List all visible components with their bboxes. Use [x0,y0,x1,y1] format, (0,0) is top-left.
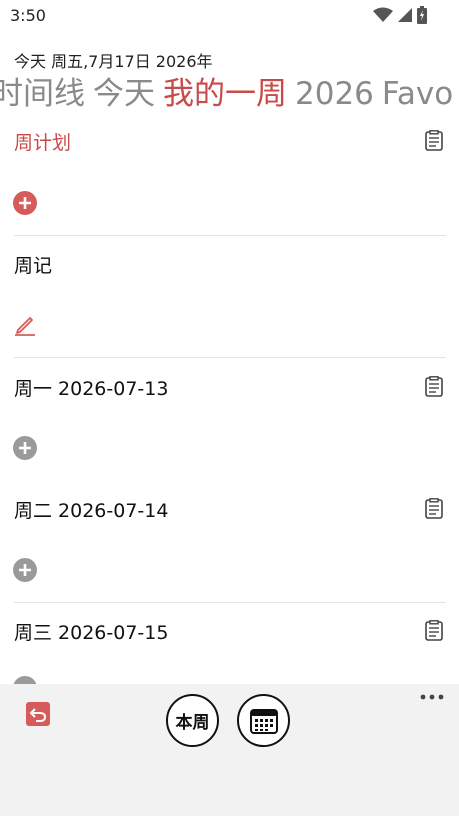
add-tuesday-icon[interactable] [13,558,37,582]
view-tab-strip[interactable]: 时间线 今天 我的一周 2026 Favo [0,72,459,116]
this-week-button[interactable]: 本周 [166,694,219,747]
this-week-label: 本周 [175,713,210,733]
more-options-icon[interactable] [420,692,444,702]
calendar-icon [249,708,278,734]
notes-icon[interactable] [424,498,444,520]
monday-title[interactable]: 周一 2026-07-13 [14,374,168,401]
status-time: 3:50 [10,6,46,25]
undo-button[interactable] [26,702,50,726]
calendar-button[interactable] [237,694,290,747]
divider [14,357,446,358]
wifi-icon [373,7,393,22]
edit-journal-icon[interactable] [13,313,37,337]
tab-0[interactable]: 时间线 [0,76,85,112]
tuesday-title[interactable]: 周二 2026-07-14 [14,496,168,523]
add-monday-icon[interactable] [13,436,37,460]
weekly-journal-title: 周记 [14,255,53,277]
bottom-toolbar: 本周 [0,684,459,816]
divider [14,235,446,236]
signal-icon [398,8,412,22]
undo-icon [29,708,47,722]
notes-icon[interactable] [424,620,444,642]
notes-icon[interactable] [424,376,444,398]
tab-1[interactable]: 今天 [93,76,155,112]
notes-icon[interactable] [424,130,444,152]
battery-icon [417,6,427,24]
tab-4[interactable]: Favo [382,76,453,112]
status-bar: 3:50 [0,0,459,32]
divider [14,602,446,603]
wednesday-title[interactable]: 周三 2026-07-15 [14,618,168,645]
current-date-label: 今天 周五,7月17日 2026年 [14,52,213,71]
view-tab-list[interactable]: 时间线 今天 我的一周 2026 Favo [0,72,459,116]
add-plan-icon[interactable] [13,191,37,215]
week-view[interactable]: 今天 周五,7月17日 2026年 时间线 今天 我的一周 2026 Favo 周计划 … [0,32,459,684]
add-wednesday-icon[interactable] [13,676,37,684]
tab-2[interactable]: 我的一周 [163,76,287,112]
weekly-plan-title: 周计划 [14,132,72,154]
tab-3[interactable]: 2026 [295,76,374,112]
status-icons [373,6,427,24]
